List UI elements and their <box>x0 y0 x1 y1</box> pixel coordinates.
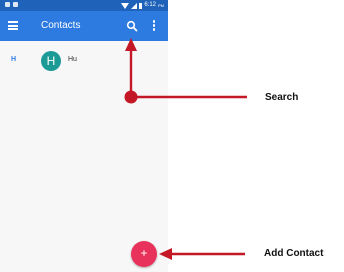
search-callout-arrowhead <box>125 38 137 51</box>
search-callout-dot <box>124 90 138 104</box>
add-contact-callout-arrowhead <box>159 248 172 260</box>
add-contact-callout-label: Add Contact <box>264 248 324 259</box>
tutorial-figure: 6:12 PM Contacts H H Hu + Search Add Con… <box>0 0 344 272</box>
search-callout-label: Search <box>265 92 299 103</box>
annotation-layer <box>124 38 247 260</box>
